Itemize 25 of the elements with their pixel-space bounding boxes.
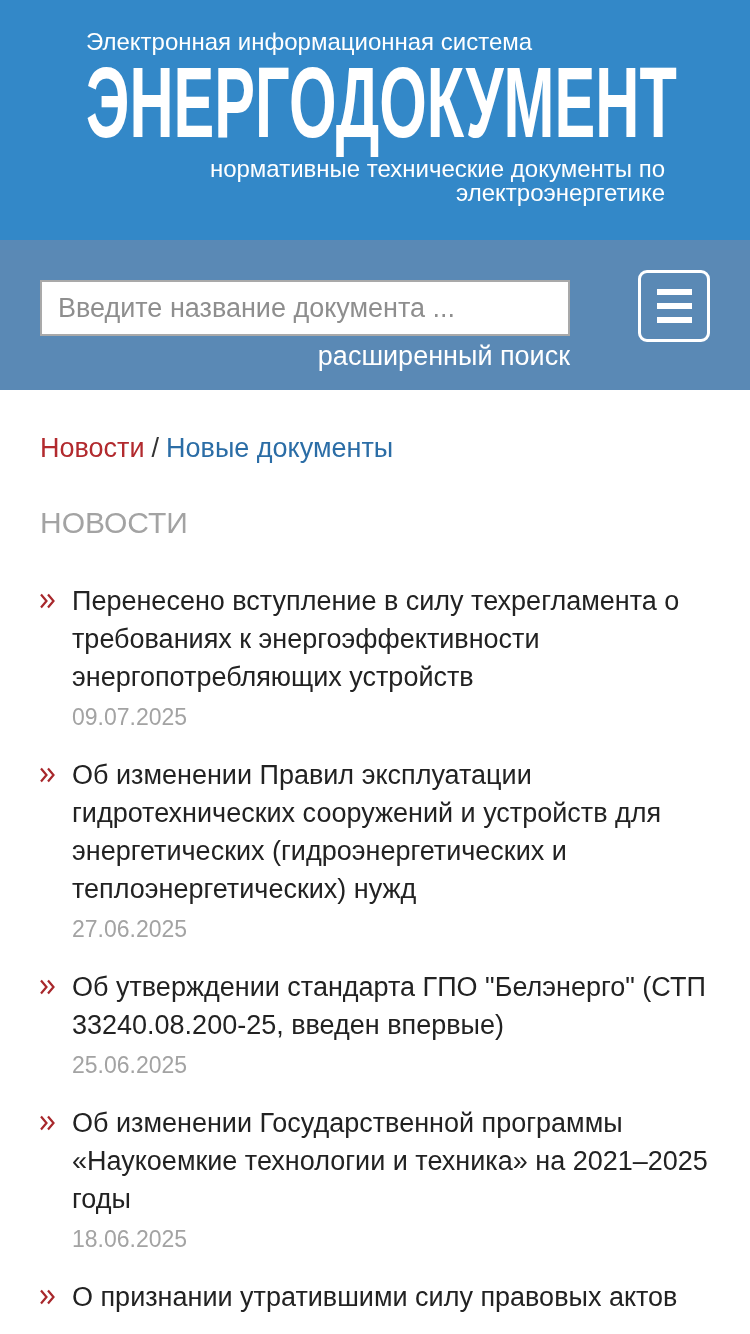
search-field[interactable]: Введите название документа ...	[40, 280, 570, 336]
news-title-link[interactable]: Об утверждении стандарта ГПО "Белэнерго" (СТП 33240.08.200-25, введен впервые)	[72, 968, 710, 1044]
news-date: 18.06.2025	[72, 1225, 188, 1254]
breadcrumb-separator: /	[151, 432, 160, 465]
site-subtitle: Электронная информационная система	[86, 28, 533, 56]
advanced-search-link[interactable]: расширенный поиск	[317, 341, 570, 372]
double-chevron-icon	[40, 767, 55, 783]
section-heading: НОВОСТИ	[40, 506, 189, 540]
double-chevron-icon	[40, 979, 55, 995]
news-title-link[interactable]: Об изменении Государственной программы «Наукоемкие технологии и техника» на 2021–2025 годы	[72, 1104, 710, 1218]
news-title-link[interactable]: О признании утратившими силу правовых актов	[72, 1278, 678, 1316]
double-chevron-icon	[40, 1115, 55, 1131]
breadcrumb-link[interactable]: Новые документы	[166, 431, 394, 465]
menu-icon	[656, 289, 692, 323]
news-date: 25.06.2025	[72, 1051, 188, 1080]
news-date: 09.07.2025	[72, 703, 188, 732]
double-chevron-icon	[40, 593, 55, 609]
breadcrumb-link[interactable]: Новости	[40, 431, 145, 465]
news-title-link[interactable]: Перенесено вступление в силу техрегламента о требованиях к энергоэффективности энергопотребляющих устройств	[72, 582, 710, 696]
news-title-link[interactable]: Об изменении Правил эксплуатации гидротехнических сооружений и устройств для энергетических (гидроэнергетических и теплоэнергетических) нужд	[72, 756, 710, 908]
double-chevron-icon	[40, 1289, 55, 1305]
menu-button[interactable]	[638, 270, 710, 342]
news-date: 27.06.2025	[72, 915, 188, 944]
site-logo[interactable]: ЭНЕРГОДОКУМЕНТ	[86, 63, 677, 157]
site-tagline: нормативные технические документы по электроэнергетике	[209, 157, 665, 205]
